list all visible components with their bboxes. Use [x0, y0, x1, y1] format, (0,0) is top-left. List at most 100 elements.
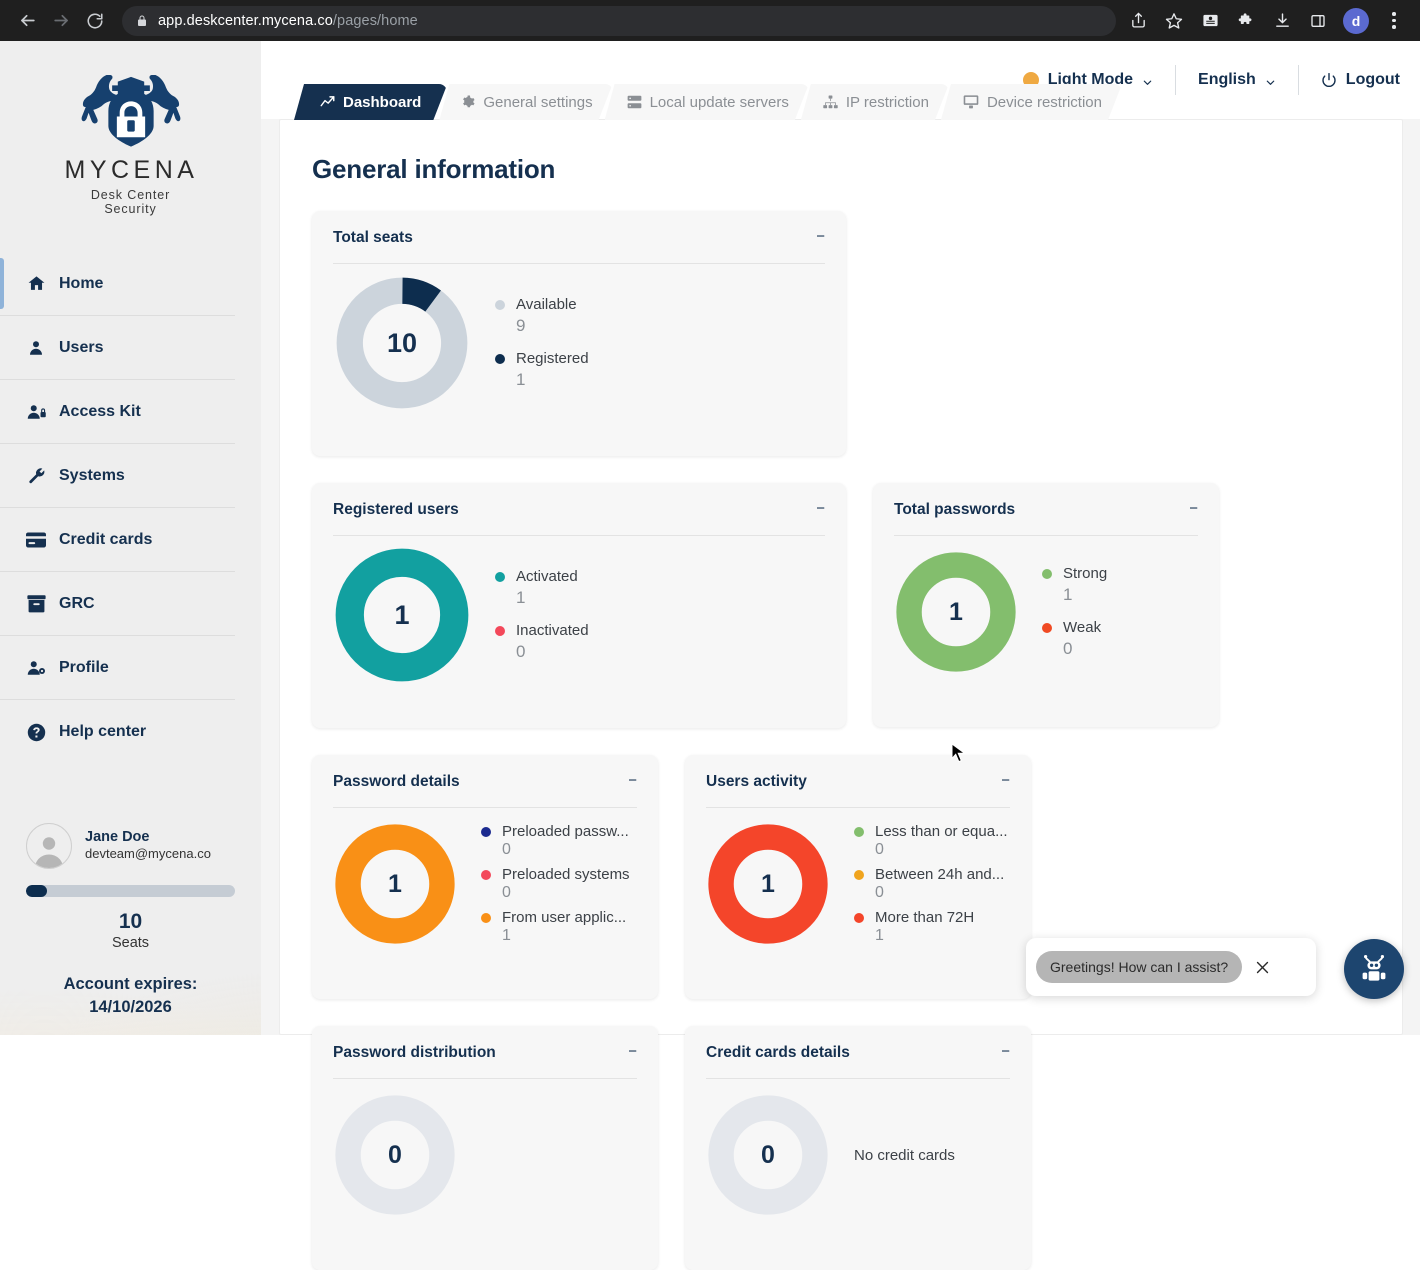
main-area: Light Mode English Logout Dashboard Gene…	[261, 41, 1420, 1270]
user-email: devteam@mycena.co	[85, 846, 211, 862]
card-password-distribution: Password distribution − 0	[312, 1026, 658, 1270]
current-user[interactable]: Jane Doe devteam@mycena.co	[26, 822, 235, 869]
forward-arrow-icon[interactable]	[44, 4, 78, 38]
donut-center-value: 1	[394, 599, 410, 630]
legend-item: Activated 1	[495, 568, 589, 608]
legend-label: Available	[516, 296, 577, 313]
sidebar: MYCENA Desk Center Security Home Users A…	[0, 41, 261, 1035]
legend-registered-users: Activated 1 Inactivated 0	[495, 568, 589, 662]
legend-item: Preloaded passw... 0	[481, 823, 630, 859]
legend-value: 1	[875, 927, 884, 944]
legend-label: Preloaded passw...	[502, 823, 629, 840]
minimize-button[interactable]: −	[628, 773, 637, 788]
sidebar-item-label: Home	[59, 274, 104, 292]
donut-center-value: 10	[386, 327, 418, 358]
sidebar-item-profile[interactable]: Profile	[0, 636, 235, 700]
back-arrow-icon[interactable]	[10, 4, 44, 38]
sidebar-item-users[interactable]: Users	[0, 316, 235, 380]
side-panel-icon[interactable]	[1302, 5, 1334, 37]
legend-dot	[495, 625, 505, 636]
address-bar[interactable]: app.deskcenter.mycena.co/pages/home	[122, 5, 1116, 36]
language-selector[interactable]: English	[1176, 65, 1299, 95]
reload-icon[interactable]	[78, 4, 112, 38]
star-icon[interactable]	[1158, 5, 1190, 37]
robot-icon	[1362, 955, 1386, 981]
sidebar-item-home[interactable]: Home	[0, 252, 235, 316]
tab-bar: Dashboard General settings Local update …	[294, 82, 1114, 120]
seat-count: 10	[118, 909, 143, 933]
minimize-button[interactable]: −	[1001, 1044, 1010, 1059]
user-icon	[26, 338, 46, 358]
legend-item: Registered 1	[495, 350, 589, 390]
sidebar-item-systems[interactable]: Systems	[0, 444, 235, 508]
legend-total-passwords: Strong 1 Weak 0	[1042, 565, 1107, 659]
chevron-down-icon	[1142, 75, 1153, 86]
account-expires-label: Account expires:	[63, 975, 198, 993]
legend-users-activity: Less than or equa... 0 Between 24h and..…	[854, 823, 1008, 945]
sidebar-item-access-kit[interactable]: Access Kit	[0, 380, 235, 444]
monitor-icon	[963, 95, 979, 109]
logout-label: Logout	[1345, 71, 1400, 88]
tab-local-update-servers[interactable]: Local update servers	[605, 84, 809, 120]
home-icon	[26, 274, 46, 294]
dashboard-grid: Total seats − 10 Available 9 Registered …	[280, 185, 1402, 1270]
kebab-menu-icon[interactable]	[1378, 5, 1410, 37]
donut-chart-password-details: 1	[333, 822, 457, 946]
card-total-passwords: Total passwords − 1 Strong 1 Weak 0	[873, 483, 1219, 727]
chat-assistant-button[interactable]	[1344, 939, 1404, 999]
url-text: app.deskcenter.mycena.co/pages/home	[158, 12, 418, 29]
reading-list-icon[interactable]	[1194, 5, 1226, 37]
card-title: Total passwords	[894, 501, 1016, 518]
account-expires-date: 14/10/2026	[89, 998, 172, 1016]
minimize-button[interactable]: −	[1001, 773, 1010, 788]
legend-value: 0	[1063, 639, 1073, 658]
browser-profile-avatar[interactable]: d	[1343, 7, 1369, 34]
card-password-details: Password details − 1 Preloaded passw... …	[312, 755, 658, 999]
share-icon[interactable]	[1122, 5, 1154, 37]
legend-item: More than 72H 1	[854, 909, 1008, 945]
donut-chart-password-distribution: 0	[333, 1093, 457, 1217]
legend-dot	[854, 912, 864, 923]
close-icon[interactable]	[1250, 955, 1274, 979]
minimize-button[interactable]: −	[1189, 501, 1198, 516]
tab-dashboard[interactable]: Dashboard	[294, 84, 447, 120]
donut-chart-total-passwords: 1	[894, 550, 1018, 674]
legend-label: Activated	[516, 568, 578, 585]
minimize-button[interactable]: −	[628, 1044, 637, 1059]
tab-general-settings[interactable]: General settings	[439, 84, 612, 120]
legend-item: Preloaded systems 0	[481, 866, 630, 902]
card-users-activity: Users activity − 1 Less than or equa... …	[685, 755, 1031, 999]
sidebar-item-grc[interactable]: GRC	[0, 572, 235, 636]
card-title: Password details	[333, 773, 460, 790]
server-icon	[627, 95, 642, 109]
lock-icon	[136, 14, 148, 28]
sidebar-item-label: Help center	[59, 723, 147, 740]
chat-greeting-bubble: Greetings! How can I assist?	[1026, 938, 1316, 996]
legend-dot	[854, 869, 864, 880]
mouse-cursor	[951, 743, 967, 763]
sidebar-item-credit-cards[interactable]: Credit cards	[0, 508, 235, 572]
chevron-down-icon	[1265, 75, 1276, 86]
legend-dot	[1042, 568, 1052, 579]
tab-device-restriction[interactable]: Device restriction	[941, 84, 1122, 120]
legend-value: 0	[502, 841, 511, 858]
brand-tagline: Desk Center Security	[90, 188, 171, 216]
download-icon[interactable]	[1266, 5, 1298, 37]
minimize-button[interactable]: −	[816, 229, 825, 244]
donut-center-value: 1	[388, 869, 402, 898]
puzzle-icon[interactable]	[1230, 5, 1262, 37]
wrench-icon	[26, 466, 46, 486]
donut-chart-registered-users: 1	[333, 546, 471, 684]
user-name: Jane Doe	[85, 829, 150, 846]
legend-value: 1	[516, 588, 526, 607]
legend-dot	[854, 826, 864, 837]
card-title: Total seats	[333, 229, 413, 246]
minimize-button[interactable]: −	[816, 501, 825, 516]
tab-ip-restriction[interactable]: IP restriction	[801, 84, 949, 120]
page-title: General information	[312, 154, 556, 184]
sidebar-item-help-center[interactable]: Help center	[0, 700, 235, 764]
empty-state-note: No credit cards	[854, 1146, 955, 1164]
card-title: Users activity	[706, 773, 807, 790]
brand-logo[interactable]: MYCENA Desk Center Security	[0, 41, 261, 238]
logout-button[interactable]: Logout	[1299, 65, 1400, 95]
